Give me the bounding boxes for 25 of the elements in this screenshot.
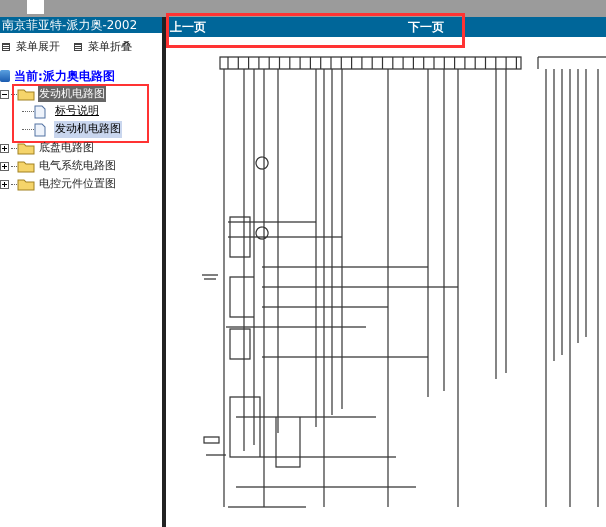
next-page-link[interactable]: 下一页 [408, 18, 444, 36]
collapse-icon[interactable] [0, 90, 9, 98]
computer-icon [0, 70, 10, 82]
page-icon [34, 104, 46, 118]
tree-item[interactable]: 底盘电路图 [38, 140, 95, 156]
list-icon [74, 43, 82, 52]
folder-icon [17, 142, 35, 154]
tree-link[interactable]: 标号说明 [54, 103, 100, 120]
list-icon [2, 43, 10, 52]
expand-icon[interactable] [0, 180, 9, 188]
folder-icon [17, 178, 35, 190]
tree-item[interactable]: 发动机电路图 [54, 121, 122, 138]
tree-item[interactable]: 发动机电路图 [38, 86, 106, 102]
expand-icon[interactable] [0, 162, 9, 170]
expand-icon[interactable] [0, 144, 9, 152]
panel-title: 南京菲亚特-派力奥-2002 [0, 17, 162, 33]
tree-root-label[interactable]: 当前:派力奥电路图 [14, 67, 115, 85]
tree-item[interactable]: 电气系统电路图 [38, 158, 117, 174]
page-icon [34, 122, 46, 136]
folder-icon [17, 160, 35, 172]
previous-page-link[interactable]: 上一页 [170, 18, 206, 36]
folder-icon [17, 88, 35, 100]
menu-button[interactable]: 菜单折叠 [74, 39, 132, 56]
tree-item[interactable]: 电控元件位置图 [38, 176, 117, 192]
menu-button[interactable]: 菜单展开 [2, 39, 60, 56]
